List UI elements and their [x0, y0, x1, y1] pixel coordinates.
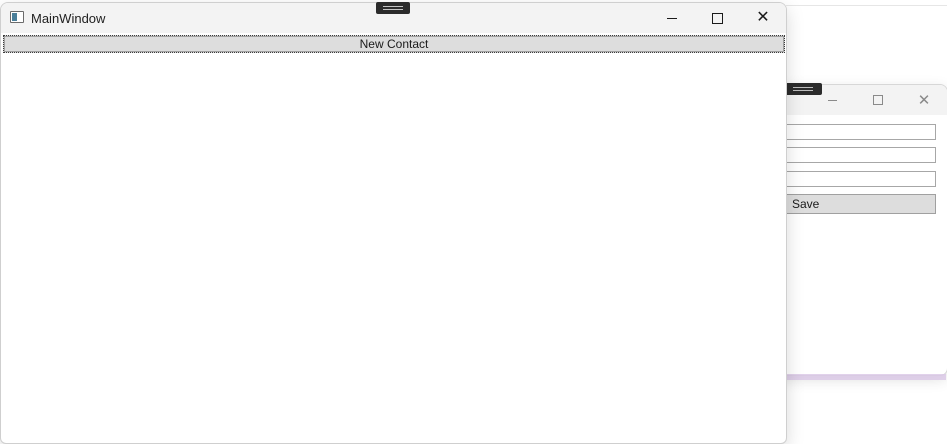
contact-field-2[interactable]: [771, 147, 936, 163]
maximize-button[interactable]: [694, 3, 740, 33]
contact-field-1[interactable]: [771, 124, 936, 140]
main-window: MainWindow ✕ New Contact: [0, 2, 787, 444]
maximize-icon: [711, 12, 723, 24]
close-icon: ✕: [917, 92, 931, 109]
contact-field-3[interactable]: [771, 171, 936, 187]
secondary-drag-handle[interactable]: [785, 83, 822, 95]
new-contact-window: ow ✕ Save: [760, 84, 947, 376]
close-button[interactable]: ✕: [740, 3, 786, 33]
app-window-icon: [10, 11, 24, 23]
minimize-icon: [827, 99, 837, 101]
close-icon: ✕: [756, 9, 770, 26]
maximize-icon: [873, 95, 883, 105]
save-button[interactable]: Save: [771, 194, 936, 214]
secondary-window-shadow-edge: [786, 374, 946, 380]
main-drag-handle[interactable]: [376, 2, 410, 14]
minimize-button[interactable]: [649, 3, 695, 33]
background-edge-line: [786, 5, 947, 6]
minimize-icon: [667, 17, 677, 19]
window-title: MainWindow: [31, 11, 106, 26]
secondary-maximize-button[interactable]: [863, 89, 893, 111]
new-contact-button[interactable]: New Contact: [3, 35, 785, 53]
secondary-close-button[interactable]: ✕: [909, 89, 939, 111]
